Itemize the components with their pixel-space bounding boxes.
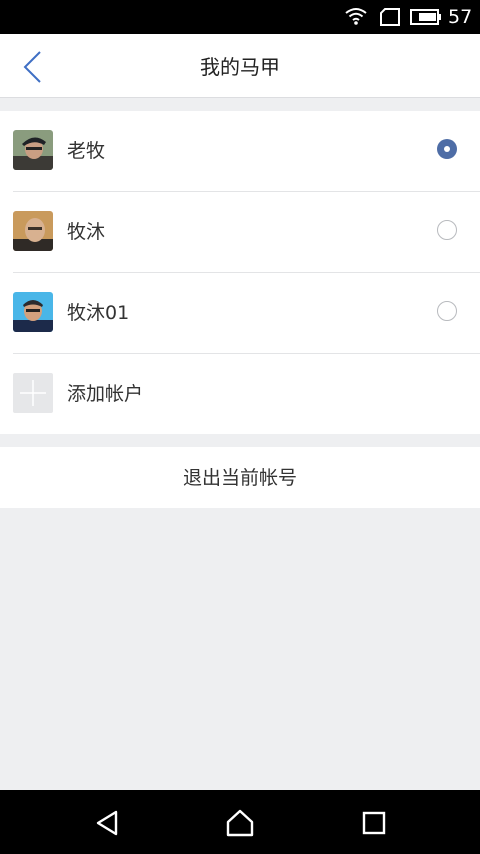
account-name: 牧沐01 — [67, 302, 130, 324]
header: 我的马甲 — [0, 34, 480, 98]
navigation-bar — [0, 790, 480, 854]
battery-icon — [410, 9, 441, 25]
logout-label: 退出当前帐号 — [182, 467, 297, 489]
account-name: 牧沐 — [67, 221, 106, 243]
account-name: 老牧 — [67, 140, 106, 162]
radio-unselected[interactable] — [437, 301, 457, 321]
recents-square-icon[interactable] — [359, 808, 389, 838]
battery-percentage: 57 — [448, 6, 473, 28]
page-title: 我的马甲 — [200, 55, 280, 79]
home-icon[interactable] — [225, 808, 255, 838]
back-triangle-icon[interactable] — [92, 808, 122, 838]
avatar-mumu — [13, 211, 53, 251]
avatar-mumu01 — [13, 292, 53, 332]
account-row-mumu[interactable]: 牧沐 — [0, 192, 480, 272]
add-account-label: 添加帐户 — [67, 383, 144, 405]
sim-icon — [380, 8, 400, 26]
status-bar: 57 — [0, 0, 480, 34]
account-row-laomu[interactable]: 老牧 — [0, 111, 480, 191]
radio-selected[interactable] — [437, 139, 457, 159]
plus-icon — [13, 373, 53, 413]
avatar-laomu — [13, 130, 53, 170]
logout-button[interactable]: 退出当前帐号 — [0, 447, 480, 508]
account-list: 老牧 牧沐 牧沐01 添加帐户 — [0, 111, 480, 434]
account-row-mumu01[interactable]: 牧沐01 — [0, 273, 480, 353]
wifi-icon — [345, 8, 367, 25]
add-account-button[interactable]: 添加帐户 — [0, 354, 480, 434]
radio-unselected[interactable] — [437, 220, 457, 240]
